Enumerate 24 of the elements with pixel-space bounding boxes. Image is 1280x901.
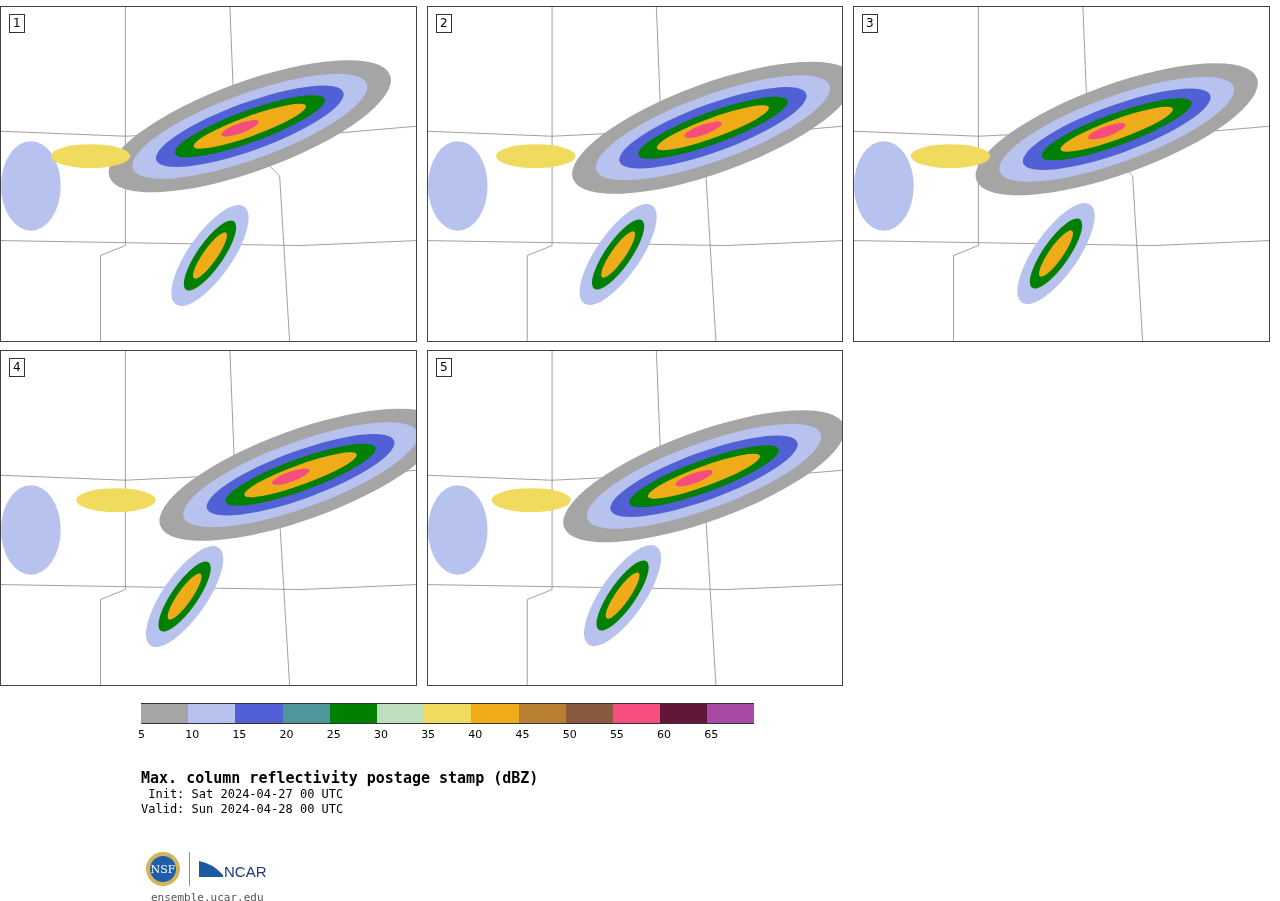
ncar-logo: NCAR bbox=[198, 857, 272, 881]
tick-label: 20 bbox=[279, 728, 294, 741]
panel-number: 2 bbox=[436, 14, 452, 33]
tick-label: 65 bbox=[704, 728, 719, 741]
chart-title: Max. column reflectivity postage stamp (dBZ) bbox=[141, 769, 540, 787]
nsf-logo: NSF bbox=[145, 851, 181, 887]
init-time: Init: Sat 2024-04-27 00 UTC bbox=[147, 787, 345, 802]
tick-label: 10 bbox=[185, 728, 200, 741]
tick-label: 15 bbox=[232, 728, 247, 741]
tick-label: 55 bbox=[609, 728, 624, 741]
tick-label: 25 bbox=[326, 728, 341, 741]
tick-label: 50 bbox=[562, 728, 577, 741]
panel-number: 4 bbox=[9, 358, 25, 377]
tick-label: 35 bbox=[421, 728, 436, 741]
valid-time: Valid: Sun 2024-04-28 00 UTC bbox=[141, 802, 345, 817]
tick-label: 30 bbox=[373, 728, 388, 741]
tick-label: 5 bbox=[138, 728, 145, 741]
tick-label: 40 bbox=[468, 728, 483, 741]
panel-number: 3 bbox=[862, 14, 878, 33]
tick-label: 60 bbox=[657, 728, 672, 741]
panel-number: 1 bbox=[9, 14, 25, 33]
panel-number: 5 bbox=[436, 358, 452, 377]
tick-label: 45 bbox=[515, 728, 530, 741]
website-url: ensemble.ucar.edu bbox=[150, 891, 265, 901]
